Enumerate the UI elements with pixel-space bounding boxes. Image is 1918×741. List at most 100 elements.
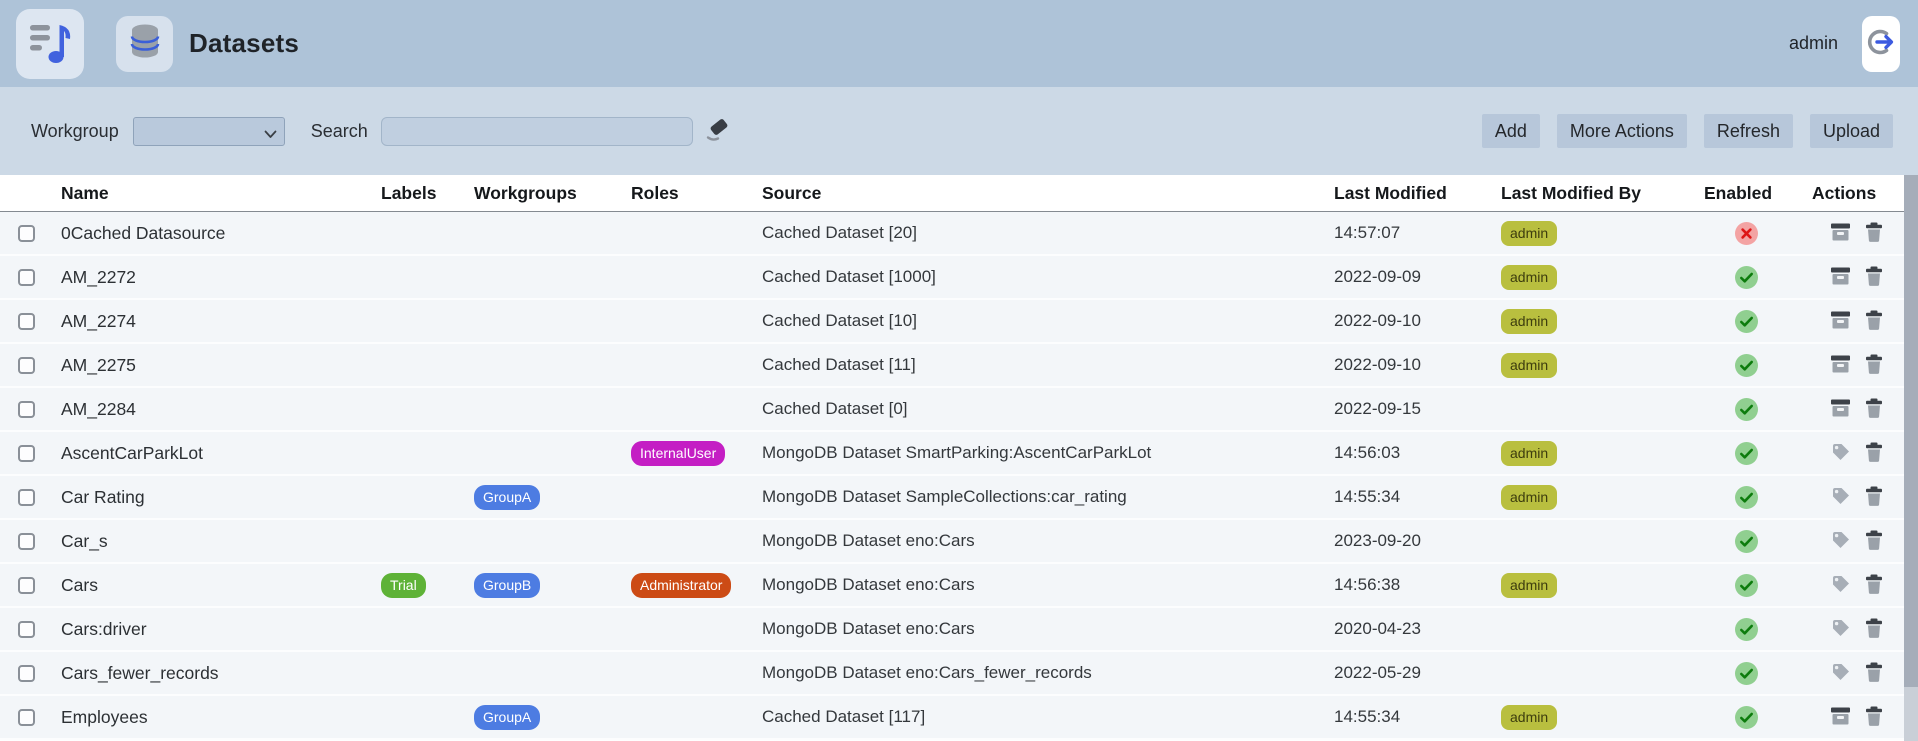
column-header-actions[interactable]: Actions xyxy=(1800,183,1904,204)
row-checkbox[interactable] xyxy=(18,356,35,374)
column-header-workgroups[interactable]: Workgroups xyxy=(468,183,625,204)
table-row[interactable]: Car Rating GroupA MongoDB Dataset Sample… xyxy=(0,476,1904,520)
source-cell: Cached Dataset [117] xyxy=(762,707,926,726)
logout-button[interactable] xyxy=(1862,15,1900,72)
workgroup-select[interactable] xyxy=(132,116,285,146)
trash-button[interactable] xyxy=(1864,574,1884,597)
table-row[interactable]: 0Cached Datasource Cached Dataset [20] 1… xyxy=(0,212,1904,256)
trash-button[interactable] xyxy=(1864,442,1884,465)
archive-button[interactable] xyxy=(1830,354,1851,377)
last-modified-by-badge: admin xyxy=(1501,440,1558,466)
clear-search-button[interactable] xyxy=(704,116,731,146)
source-cell: MongoDB Dataset eno:Cars_fewer_records xyxy=(762,663,1092,682)
last-modified-by-badge: admin xyxy=(1501,704,1558,730)
trash-button[interactable] xyxy=(1864,222,1884,245)
row-checkbox[interactable] xyxy=(18,532,35,550)
table-row[interactable]: Cars_fewer_records MongoDB Dataset eno:C… xyxy=(0,652,1904,696)
table-row[interactable]: AscentCarParkLot InternalUser MongoDB Da… xyxy=(0,432,1904,476)
trash-button[interactable] xyxy=(1864,310,1884,333)
table-row[interactable]: AM_2274 Cached Dataset [10] 2022-09-10 a… xyxy=(0,300,1904,344)
row-checkbox[interactable] xyxy=(18,400,35,418)
row-checkbox[interactable] xyxy=(18,620,35,638)
archive-button[interactable] xyxy=(1830,310,1851,333)
actions-cell xyxy=(1800,486,1904,509)
last-modified-by-badge: admin xyxy=(1501,264,1558,290)
column-header-labels[interactable]: Labels xyxy=(373,183,468,204)
status-enabled-icon xyxy=(1734,529,1758,553)
dataset-name: Cars xyxy=(61,574,98,595)
search-input[interactable] xyxy=(380,116,693,146)
workgroup-badge: GroupB xyxy=(474,572,541,598)
tag-button[interactable] xyxy=(1831,486,1851,509)
trash-button[interactable] xyxy=(1864,398,1884,421)
tag-button[interactable] xyxy=(1831,618,1851,641)
row-checkbox[interactable] xyxy=(18,444,35,462)
table-row[interactable]: AM_2275 Cached Dataset [11] 2022-09-10 a… xyxy=(0,344,1904,388)
archive-button[interactable] xyxy=(1830,398,1851,421)
table-row[interactable]: AM_2284 Cached Dataset [0] 2022-09-15 xyxy=(0,388,1904,432)
column-header-last-modified-by[interactable]: Last Modified By xyxy=(1492,183,1692,204)
add-button[interactable]: Add xyxy=(1481,114,1540,148)
scrollbar-thumb[interactable] xyxy=(1904,175,1918,687)
actions-cell xyxy=(1800,574,1904,597)
table-row[interactable]: Cars:driver MongoDB Dataset eno:Cars 202… xyxy=(0,608,1904,652)
tag-icon xyxy=(1831,618,1851,641)
dataset-name: Cars:driver xyxy=(61,618,147,639)
archive-button[interactable] xyxy=(1830,266,1851,289)
archive-button[interactable] xyxy=(1830,706,1851,729)
tag-button[interactable] xyxy=(1831,574,1851,597)
trash-button[interactable] xyxy=(1864,354,1884,377)
column-header-roles[interactable]: Roles xyxy=(625,183,756,204)
archive-button[interactable] xyxy=(1830,222,1851,245)
trash-button[interactable] xyxy=(1864,662,1884,685)
status-enabled-icon xyxy=(1734,573,1758,597)
tag-button[interactable] xyxy=(1831,442,1851,465)
app-logo-button[interactable] xyxy=(16,8,84,79)
row-checkbox[interactable] xyxy=(18,664,35,682)
trash-button[interactable] xyxy=(1864,530,1884,553)
column-header-last-modified[interactable]: Last Modified xyxy=(1325,183,1492,204)
dataset-name: Cars_fewer_records xyxy=(61,662,219,683)
column-header-source[interactable]: Source xyxy=(756,183,1325,204)
table-row[interactable]: Car_s MongoDB Dataset eno:Cars 2023-09-2… xyxy=(0,520,1904,564)
vertical-scrollbar[interactable] xyxy=(1904,175,1918,741)
column-header-name[interactable]: Name xyxy=(48,183,373,204)
row-checkbox[interactable] xyxy=(18,576,35,594)
trash-button[interactable] xyxy=(1864,706,1884,729)
last-modified-cell: 14:56:03 xyxy=(1334,443,1401,462)
status-enabled-icon xyxy=(1734,485,1758,509)
trash-button[interactable] xyxy=(1864,618,1884,641)
actions-cell xyxy=(1800,310,1904,333)
trash-button[interactable] xyxy=(1864,266,1884,289)
upload-button[interactable]: Upload xyxy=(1809,114,1893,148)
actions-cell xyxy=(1800,618,1904,641)
column-header-enabled[interactable]: Enabled xyxy=(1692,183,1800,204)
page-icon-tile xyxy=(116,15,173,72)
playlist-music-icon xyxy=(24,15,76,72)
dataset-name: AM_2274 xyxy=(61,310,136,331)
workgroup-badge: GroupA xyxy=(474,484,541,510)
status-enabled-icon xyxy=(1734,441,1758,465)
row-checkbox[interactable] xyxy=(18,708,35,726)
status-enabled-icon xyxy=(1734,397,1758,421)
role-badge: InternalUser xyxy=(631,440,726,466)
tag-button[interactable] xyxy=(1831,530,1851,553)
tag-button[interactable] xyxy=(1831,662,1851,685)
row-checkbox[interactable] xyxy=(18,488,35,506)
last-modified-by-badge: admin xyxy=(1501,220,1558,246)
row-checkbox[interactable] xyxy=(18,224,35,242)
table-row[interactable]: Employees GroupA Cached Dataset [117] 14… xyxy=(0,696,1904,740)
last-modified-by-badge: admin xyxy=(1501,484,1558,510)
table-row[interactable]: Cars Trial GroupB Administrator MongoDB … xyxy=(0,564,1904,608)
row-checkbox[interactable] xyxy=(18,268,35,286)
search-label: Search xyxy=(310,120,368,141)
tag-icon xyxy=(1831,486,1851,509)
tag-icon xyxy=(1831,530,1851,553)
row-checkbox[interactable] xyxy=(18,312,35,330)
archive-icon xyxy=(1830,310,1851,333)
table-row[interactable]: AM_2272 Cached Dataset [1000] 2022-09-09… xyxy=(0,256,1904,300)
more-actions-button[interactable]: More Actions xyxy=(1556,114,1687,148)
refresh-button[interactable]: Refresh xyxy=(1703,114,1793,148)
trash-icon xyxy=(1864,486,1884,509)
trash-button[interactable] xyxy=(1864,486,1884,509)
